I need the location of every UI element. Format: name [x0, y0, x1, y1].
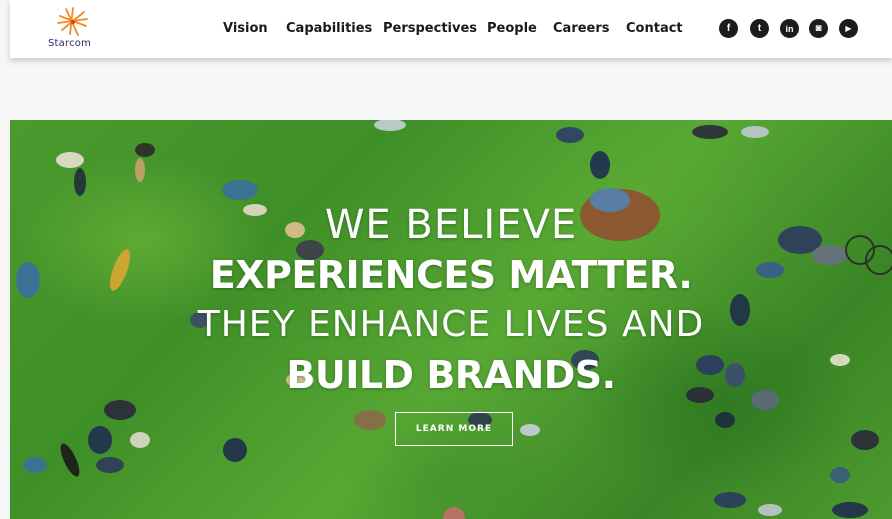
site-header: Starcom Vision Capabilities Perspectives…	[10, 0, 892, 58]
learn-more-button[interactable]: LEARN MORE	[395, 412, 513, 446]
nav-careers[interactable]: Careers	[553, 21, 610, 36]
nav-people[interactable]: People	[487, 21, 537, 36]
youtube-icon[interactable]: ▶	[839, 19, 858, 38]
page: Starcom Vision Capabilities Perspectives…	[0, 0, 892, 519]
hero-line-3: THEY ENHANCE LIVES AND	[197, 304, 705, 345]
hero-line-1: WE BELIEVE	[324, 202, 578, 248]
starcom-logo[interactable]: Starcom	[42, 6, 112, 52]
hero-line-2: EXPERIENCES MATTER.	[209, 253, 693, 297]
facebook-icon[interactable]: f	[719, 19, 738, 38]
logo-text: Starcom	[48, 38, 92, 49]
nav-capabilities[interactable]: Capabilities	[286, 21, 372, 36]
header-spacer	[10, 58, 892, 120]
hero-banner: WE BELIEVE EXPERIENCES MATTER. THEY ENHA…	[10, 120, 892, 519]
linkedin-icon[interactable]: in	[780, 19, 799, 38]
nav-contact[interactable]: Contact	[626, 21, 683, 36]
instagram-icon[interactable]: ◙	[809, 19, 828, 38]
nav-perspectives[interactable]: Perspectives	[383, 21, 477, 36]
twitter-icon[interactable]: t	[750, 19, 769, 38]
nav-vision[interactable]: Vision	[223, 21, 268, 36]
hero-line-4: BUILD BRANDS.	[286, 353, 616, 397]
starcom-star-icon	[57, 7, 88, 36]
